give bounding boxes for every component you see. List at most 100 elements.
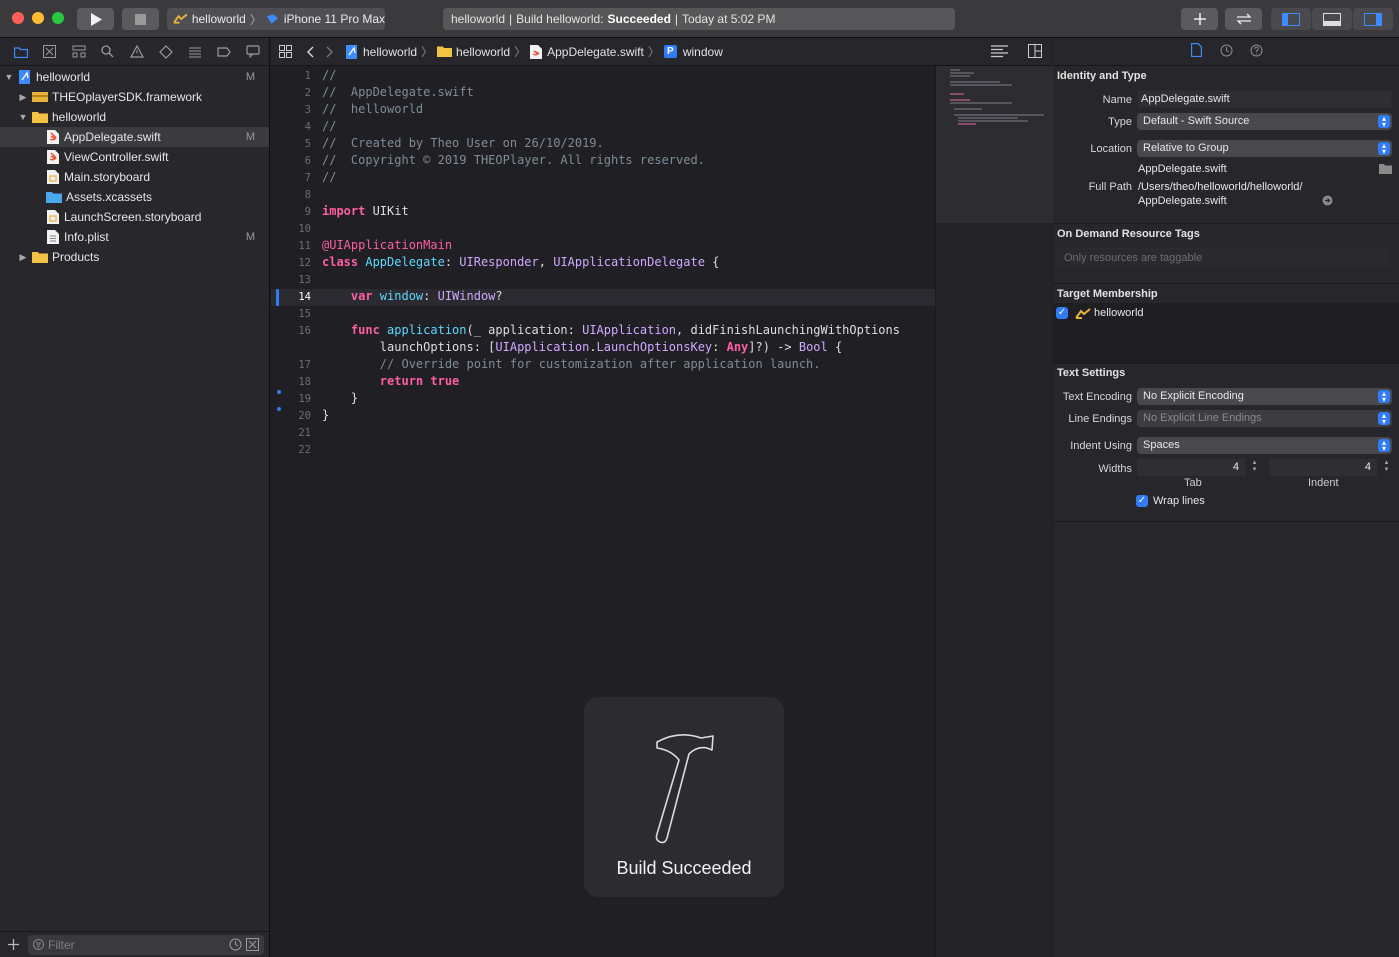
location-popup[interactable]: Relative to Group ▴ ▾: [1137, 140, 1392, 157]
minimap-line: [950, 72, 974, 74]
tree-row-products[interactable]: ▶ Products: [0, 247, 269, 267]
filter-input[interactable]: Filter: [28, 935, 264, 955]
file-inspector-tab[interactable]: [1181, 42, 1211, 60]
section-divider: [1053, 521, 1399, 522]
jumpbar-group[interactable]: helloworld: [456, 45, 510, 59]
scm-filter-icon[interactable]: [246, 938, 259, 951]
indent-using-value: Spaces: [1143, 439, 1180, 451]
scheme-device: iPhone 11 Pro Max: [283, 12, 385, 26]
report-navigator-tab[interactable]: [238, 42, 267, 62]
minimap-visible-region[interactable]: [936, 66, 1053, 223]
target-membership-checkbox[interactable]: ✓: [1056, 307, 1068, 319]
tree-item-label: AppDelegate.swift: [64, 130, 161, 144]
jumpbar-file[interactable]: AppDelegate.swift: [547, 45, 644, 59]
type-token: UIApplication: [582, 323, 677, 337]
section-divider: [1053, 283, 1399, 284]
modified-badge: M: [245, 71, 255, 83]
line-endings-popup[interactable]: No Explicit Line Endings ▴ ▾: [1137, 410, 1392, 427]
line-number: 16: [298, 325, 311, 337]
reveal-in-finder-icon[interactable]: [1322, 195, 1333, 206]
indent-width-field[interactable]: 4: [1269, 459, 1377, 476]
wrap-lines-checkbox[interactable]: ✓: [1136, 495, 1148, 507]
popup-arrows-icon: ▴ ▾: [1378, 142, 1390, 156]
scheme-selector[interactable]: helloworld 〉 iPhone 11 Pro Max: [167, 8, 385, 30]
keyword-token: class: [322, 255, 359, 269]
history-inspector-tab[interactable]: [1211, 44, 1241, 60]
disclosure-closed-icon[interactable]: ▶: [18, 252, 28, 263]
text-encoding-popup[interactable]: No Explicit Encoding ▴ ▾: [1137, 388, 1392, 405]
text-encoding-value: No Explicit Encoding: [1143, 390, 1244, 402]
toggle-navigator-button[interactable]: [1271, 8, 1311, 30]
tree-row-main-storyboard[interactable]: Main.storyboard: [0, 167, 269, 187]
minimap[interactable]: [935, 66, 1053, 957]
play-icon: [90, 12, 102, 26]
source-control-navigator-tab[interactable]: [35, 42, 64, 62]
line-number: 11: [298, 240, 311, 252]
tree-row-viewcontroller[interactable]: ViewController.swift: [0, 147, 269, 167]
indent-using-popup[interactable]: Spaces ▴ ▾: [1137, 437, 1392, 454]
line-number: 7: [304, 172, 311, 184]
breakpoint-navigator-tab[interactable]: [209, 42, 238, 62]
project-navigator-tab[interactable]: [6, 42, 35, 62]
tree-row-project[interactable]: ▼ helloworld M: [0, 67, 269, 87]
file-inspector: Identity and Type Name AppDelegate.swift…: [1053, 38, 1399, 957]
name-field[interactable]: AppDelegate.swift: [1137, 90, 1392, 108]
library-button[interactable]: [1181, 8, 1218, 30]
window-zoom-button[interactable]: [52, 12, 64, 24]
find-navigator-tab[interactable]: [93, 42, 122, 62]
choose-folder-icon[interactable]: [1379, 163, 1392, 174]
forward-chevron-icon[interactable]: [326, 46, 334, 58]
recent-clock-icon[interactable]: [229, 938, 242, 951]
tree-item-label: Main.storyboard: [64, 170, 151, 184]
section-divider: [1053, 363, 1399, 364]
tree-row-assets[interactable]: Assets.xcassets: [0, 187, 269, 207]
disclosure-closed-icon[interactable]: ▶: [18, 92, 28, 103]
jumpbar-symbol[interactable]: window: [683, 45, 723, 59]
disclosure-open-icon[interactable]: ▼: [18, 112, 28, 122]
jumpbar-project[interactable]: helloworld: [363, 45, 417, 59]
right-panel-icon: [1364, 12, 1382, 26]
line-number: 17: [298, 359, 311, 371]
toggle-debug-area-button[interactable]: [1312, 8, 1352, 30]
storyboard-icon: [46, 170, 60, 184]
debug-navigator-tab[interactable]: [180, 42, 209, 62]
test-navigator-tab[interactable]: [151, 42, 180, 62]
location-label: Location: [1090, 143, 1132, 155]
app-target-icon: [173, 13, 188, 24]
popup-arrows-icon: ▴ ▾: [1378, 412, 1390, 426]
stop-button[interactable]: [122, 8, 159, 30]
line-number: 9: [304, 206, 311, 218]
punct-token: ?: [495, 289, 503, 303]
editor-options-icon[interactable]: [991, 45, 1008, 58]
source-editor: helloworld 〉 helloworld 〉 AppDelegate.sw…: [271, 38, 1053, 957]
add-plus-icon[interactable]: [8, 939, 19, 950]
split-editor-icon[interactable]: [1028, 44, 1042, 58]
type-popup[interactable]: Default - Swift Source ▴ ▾: [1137, 113, 1392, 130]
name-label: Name: [1102, 94, 1132, 106]
code-review-button[interactable]: [1225, 8, 1262, 30]
quick-help-inspector-tab[interactable]: [1241, 44, 1271, 60]
tree-row-infoplist[interactable]: Info.plist M: [0, 227, 269, 247]
window-minimize-button[interactable]: [32, 12, 44, 24]
indent-width-stepper[interactable]: ▴ ▾: [1382, 459, 1391, 475]
line-number: 15: [298, 308, 311, 320]
keyword-token: var: [322, 289, 373, 303]
toggle-inspector-button[interactable]: [1353, 8, 1393, 30]
back-chevron-icon[interactable]: [306, 46, 314, 58]
disclosure-open-icon[interactable]: ▼: [4, 72, 14, 82]
odr-tags-field[interactable]: Only resources are taggable: [1057, 248, 1389, 268]
chevron-right-icon: 〉: [647, 45, 660, 59]
tree-row-helloworld-group[interactable]: ▼ helloworld: [0, 107, 269, 127]
related-items-icon[interactable]: [279, 45, 292, 58]
module-token: UIKit: [365, 204, 409, 218]
tree-row-launchscreen[interactable]: LaunchScreen.storyboard: [0, 207, 269, 227]
symbol-navigator-tab[interactable]: [64, 42, 93, 62]
tree-row-theoplayersdk[interactable]: ▶ THEOplayerSDK.framework: [0, 87, 269, 107]
tree-row-appdelegate[interactable]: AppDelegate.swift M: [0, 127, 269, 147]
minimap-line: [950, 81, 1000, 83]
tab-width-field[interactable]: 4: [1137, 459, 1245, 476]
tab-width-stepper[interactable]: ▴ ▾: [1250, 459, 1259, 475]
window-close-button[interactable]: [12, 12, 24, 24]
issue-navigator-tab[interactable]: [122, 42, 151, 62]
run-button[interactable]: [77, 8, 114, 30]
